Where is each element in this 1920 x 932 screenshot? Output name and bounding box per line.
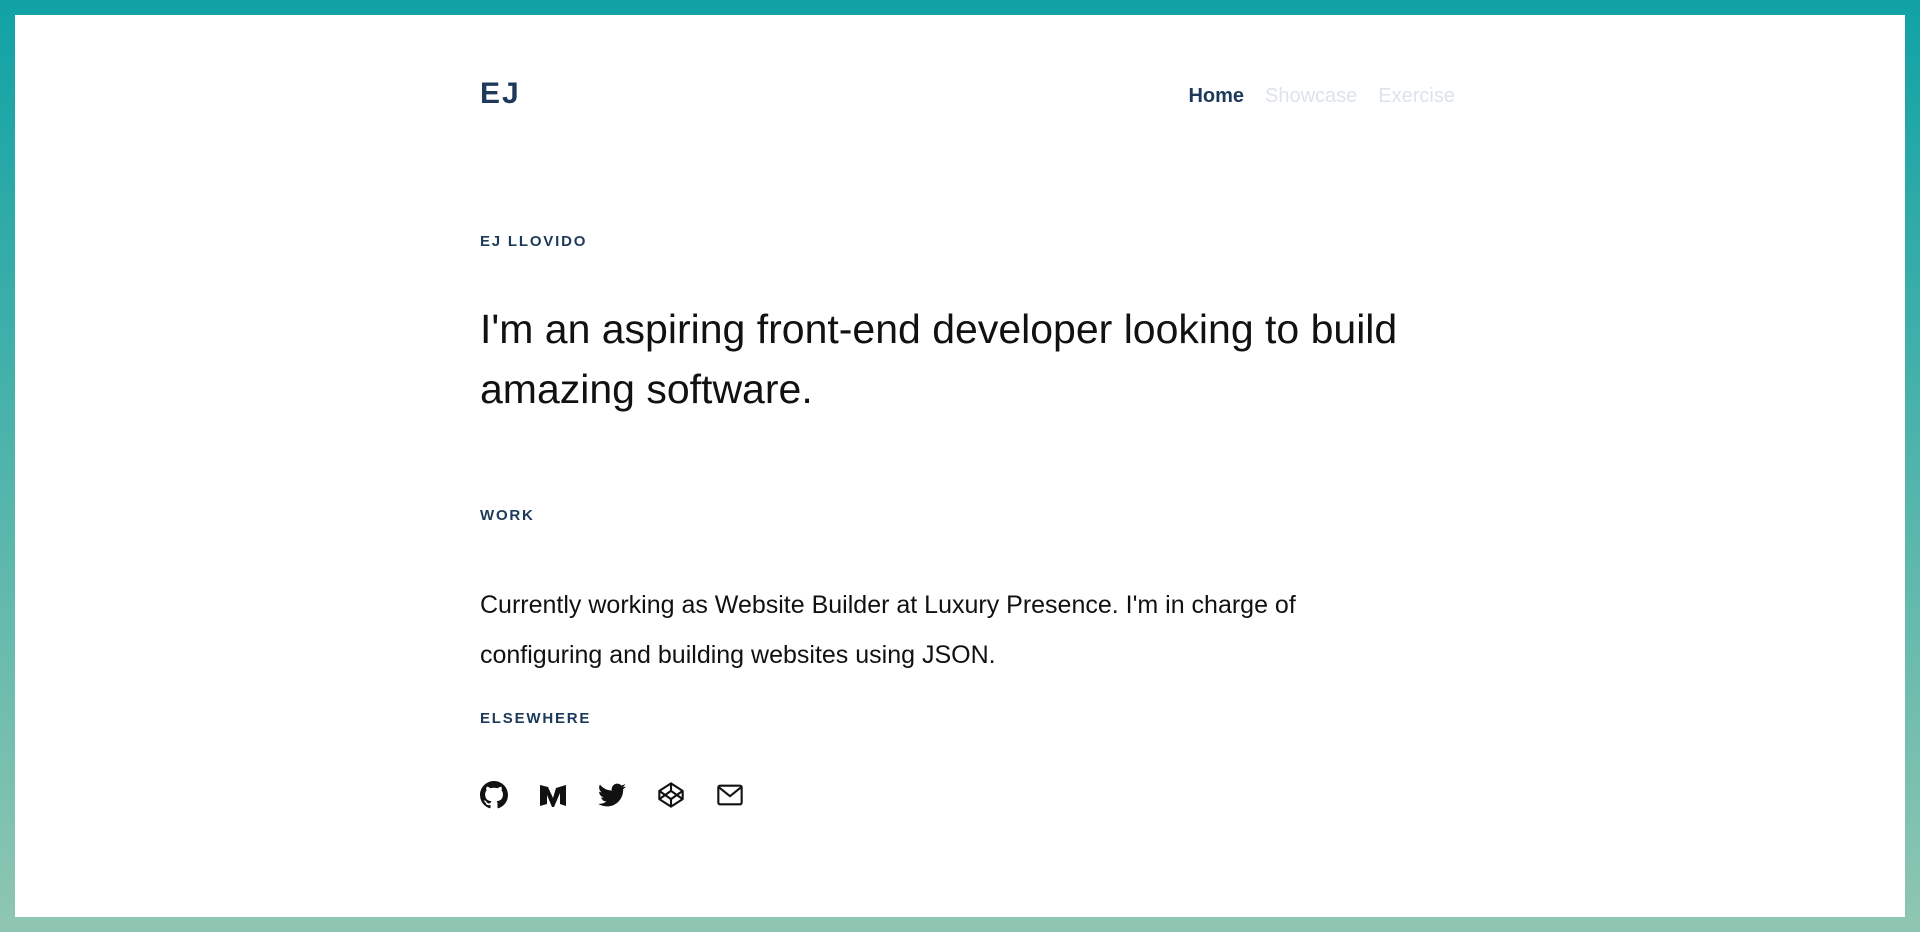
site-logo[interactable]: EJ — [480, 77, 521, 111]
mail-icon — [717, 784, 743, 806]
intro-headline: I'm an aspiring front-end developer look… — [480, 306, 1398, 412]
page-frame: EJ Home Showcase Exercise EJ LLOVIDO I'm… — [15, 15, 1905, 917]
codepen-icon — [658, 782, 684, 808]
medium-icon — [540, 785, 566, 807]
nav-home[interactable]: Home — [1188, 85, 1244, 108]
social-links — [480, 781, 744, 809]
codepen-link[interactable] — [657, 781, 685, 809]
work-eyebrow: WORK — [480, 507, 535, 524]
nav-exercise[interactable]: Exercise — [1378, 85, 1455, 108]
mail-link[interactable] — [716, 781, 744, 809]
work-description: Currently working as Website Builder at … — [480, 591, 1296, 669]
twitter-link[interactable] — [598, 781, 626, 809]
site-header: EJ Home Showcase Exercise — [480, 77, 1455, 117]
intro-eyebrow: EJ LLOVIDO — [480, 233, 588, 250]
nav-showcase[interactable]: Showcase — [1265, 85, 1357, 108]
medium-link[interactable] — [539, 781, 567, 809]
github-icon — [480, 781, 508, 809]
main-nav: Home Showcase Exercise — [1188, 85, 1455, 108]
twitter-icon — [598, 783, 626, 807]
github-link[interactable] — [480, 781, 508, 809]
elsewhere-eyebrow: ELSEWHERE — [480, 710, 592, 727]
